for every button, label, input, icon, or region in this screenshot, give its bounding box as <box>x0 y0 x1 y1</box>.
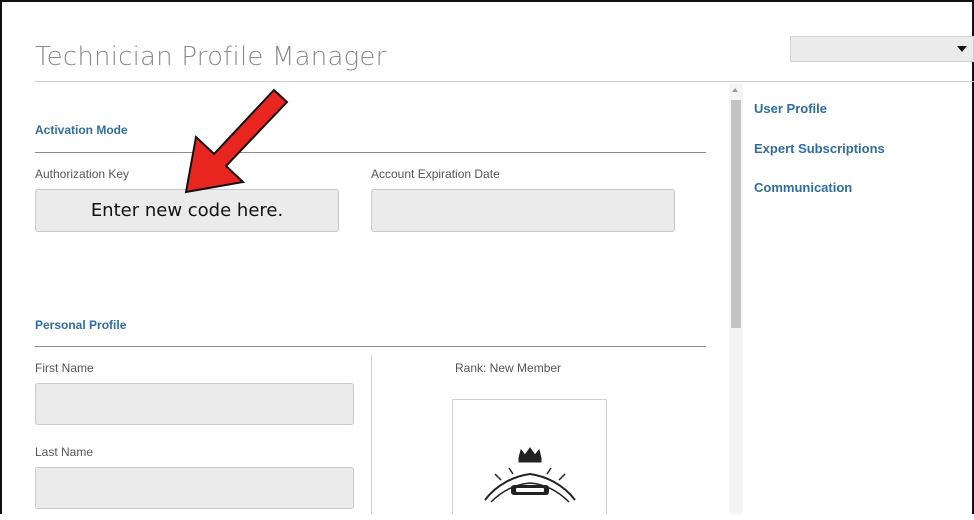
nav-user-profile[interactable]: User Profile <box>754 101 827 116</box>
account-expiration-field <box>371 189 675 232</box>
personal-divider <box>35 346 706 347</box>
last-name-input[interactable] <box>35 467 354 509</box>
personal-profile-heading: Personal Profile <box>35 318 127 332</box>
avatar[interactable] <box>452 399 607 514</box>
authorization-key-label: Authorization Key <box>35 167 130 181</box>
caret-down-icon <box>957 46 967 52</box>
scrollbar-thumb[interactable] <box>731 100 741 328</box>
activation-divider <box>35 152 706 153</box>
first-name-input[interactable] <box>35 383 354 425</box>
account-expiration-label: Account Expiration Date <box>371 167 500 181</box>
last-name-label: Last Name <box>35 445 94 459</box>
activation-mode-heading: Activation Mode <box>35 123 128 137</box>
rank-label: Rank: New Member <box>455 361 562 375</box>
title-divider <box>35 81 974 82</box>
column-divider <box>371 355 372 514</box>
page-title: Technician Profile Manager <box>35 42 387 72</box>
snap-on-emblem <box>484 447 576 503</box>
first-name-label: First Name <box>35 361 94 375</box>
red-arrow-icon <box>184 88 289 194</box>
authorization-key-value: Enter new code here. <box>90 200 284 221</box>
nav-communication[interactable]: Communication <box>754 180 852 195</box>
scroll-up-icon[interactable] <box>732 88 738 92</box>
vertical-scrollbar[interactable] <box>729 84 743 514</box>
nav-expert-subscriptions[interactable]: Expert Subscriptions <box>754 141 885 156</box>
profile-dropdown[interactable] <box>790 36 974 62</box>
